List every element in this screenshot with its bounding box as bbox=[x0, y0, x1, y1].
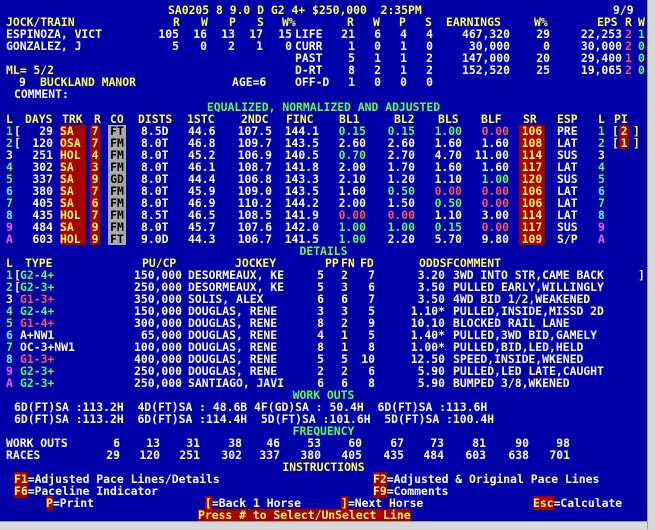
earnings: 152,520 bbox=[461, 63, 510, 77]
p-text: =Print bbox=[52, 496, 95, 510]
program-screen: SA0205 8 9.0 D G2 4+ $250,000 2:35PM 9/9… bbox=[0, 0, 647, 521]
detail-purse: 250,000 bbox=[133, 376, 182, 390]
ww-value: 0 bbox=[638, 63, 645, 77]
pace-track: HOL bbox=[60, 233, 86, 245]
freq-race-value: 337 bbox=[259, 448, 280, 462]
horse-age: AGE=6 bbox=[232, 75, 267, 89]
pace-pi: 1 bbox=[619, 136, 629, 150]
freq-race-value: 484 bbox=[423, 448, 444, 462]
jockey-name: GONZALEZ, J bbox=[6, 39, 82, 53]
section-frequency: FREQUENCY bbox=[292, 424, 355, 438]
freq-race-value: 701 bbox=[549, 448, 570, 462]
pace-speed-rating: 109 bbox=[519, 233, 545, 245]
pace-esp: S/P bbox=[557, 232, 578, 246]
jockey-races: 5 bbox=[172, 39, 179, 53]
select-line-instruction[interactable]: Press # to Select/UnSelect Line bbox=[198, 509, 411, 521]
trainer-places: 0 bbox=[400, 75, 407, 89]
pi-bracket-open: [ bbox=[612, 136, 619, 150]
f6-key: F6 bbox=[14, 484, 28, 498]
comment-label: COMMENT: bbox=[14, 87, 69, 101]
rr-value: 2 bbox=[625, 63, 632, 77]
freq-race-value: 29 bbox=[106, 448, 120, 462]
detail-lane: A bbox=[6, 376, 13, 390]
detail-jockey: SANTIAGO, JAVI bbox=[188, 376, 285, 390]
pace-second-call: 106.7 bbox=[237, 232, 272, 246]
freq-race-value: 120 bbox=[139, 448, 160, 462]
freq-race-value: 251 bbox=[179, 448, 200, 462]
jockey-shows: 1 bbox=[256, 39, 263, 53]
pace-days: 603 bbox=[32, 232, 53, 246]
stat-label: OFF-D bbox=[295, 75, 330, 89]
jockey-places: 2 bbox=[228, 39, 235, 53]
detail-odds: 5.90 bbox=[417, 376, 445, 390]
detail-col-post-position: PP bbox=[325, 256, 339, 270]
freq-race-value: 302 bbox=[221, 448, 242, 462]
selected-bracket-end: ] bbox=[638, 268, 645, 282]
detail-field: 8 bbox=[368, 376, 375, 390]
freq-race-value: 603 bbox=[465, 448, 486, 462]
p-key: P bbox=[46, 496, 53, 510]
trainer-shows: 0 bbox=[426, 75, 433, 89]
trainer-wins: 0 bbox=[374, 75, 381, 89]
pace-blf: 9.80 bbox=[481, 232, 509, 246]
pace-bl2: 2.20 bbox=[387, 232, 415, 246]
print-instruction[interactable]: P=Print bbox=[46, 496, 95, 510]
workout-line-2: 6D(FT)SA :113.2H 6D(FT)SA :114.4H 5D(FT)… bbox=[14, 412, 495, 426]
pace-distance: 9.0D bbox=[141, 232, 169, 246]
pi-bracket-close: ] bbox=[633, 136, 640, 150]
earn-wpct: 25 bbox=[536, 63, 550, 77]
esc-text: =Calculate bbox=[553, 496, 623, 510]
freq-race-value: 435 bbox=[383, 448, 404, 462]
freq-race-value: 638 bbox=[508, 448, 529, 462]
jockey-wins: 0 bbox=[200, 39, 207, 53]
pace-lane: A bbox=[6, 232, 13, 246]
trainer-races: 1 bbox=[348, 75, 355, 89]
detail-comment: BUMPED 3/8,WKENED bbox=[453, 376, 570, 390]
freq-races-label: RACES bbox=[6, 448, 41, 462]
calculate-instruction[interactable]: Esc=Calculate bbox=[533, 496, 623, 510]
pace-condition: FT bbox=[108, 233, 126, 245]
pace-first-call: 44.3 bbox=[188, 232, 216, 246]
jockey-wpct: 0 bbox=[285, 39, 292, 53]
detail-type: G2-3+ bbox=[20, 376, 55, 390]
pace-bls: 5.70 bbox=[434, 232, 462, 246]
esc-key: Esc bbox=[533, 496, 554, 510]
eps: 19,065 bbox=[580, 63, 622, 77]
pace-lane-2: A bbox=[598, 232, 605, 246]
vertical-scrollbar[interactable] bbox=[647, 0, 655, 529]
section-details: DETAILS bbox=[299, 244, 348, 258]
pace-race: 9 bbox=[90, 232, 100, 246]
